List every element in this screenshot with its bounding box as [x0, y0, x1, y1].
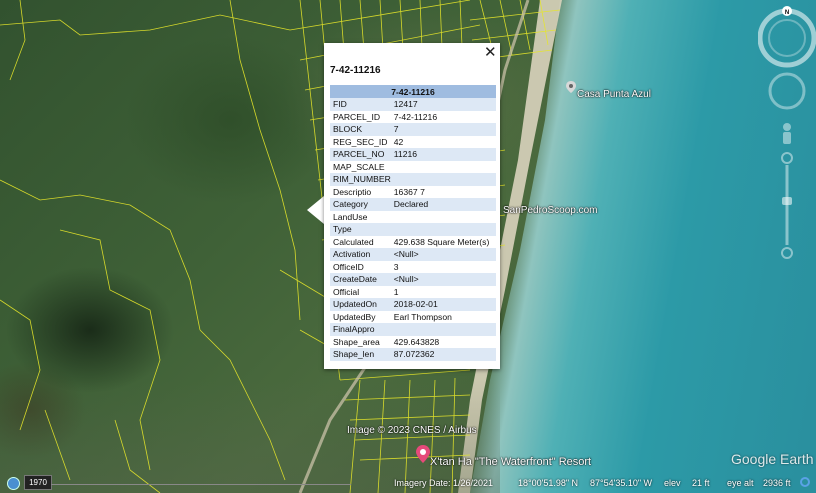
table-row: RIM_NUMBER: [330, 173, 496, 186]
table-row: FID 12417: [330, 98, 496, 111]
elevation-label: elev: [664, 478, 681, 488]
attribute-value: 429.638 Square Meter(s): [393, 236, 490, 247]
table-row: UpdatedOn 2018-02-01: [330, 298, 496, 311]
navigation-controls[interactable]: N: [758, 5, 816, 275]
table-row: FinalAppro: [330, 323, 496, 336]
eye-alt-value: 2936 ft: [763, 478, 791, 488]
attribute-value: <Null>: [390, 248, 496, 261]
attribute-key: UpdatedBy: [333, 311, 376, 322]
table-row: REG_SEC_ID 42: [330, 136, 496, 149]
longitude: 87°54'35.10" W: [590, 478, 653, 488]
copyright-text: Image © 2023 CNES / Airbus: [347, 425, 477, 436]
time-slider-track[interactable]: [51, 484, 351, 485]
attribute-key: Category: [330, 198, 391, 211]
attribute-key: OfficeID: [333, 261, 364, 272]
attribute-value: Earl Thompson: [393, 311, 452, 322]
table-row: PARCEL_NO 11216: [330, 148, 496, 161]
table-row: Shape_area 429.643828: [330, 336, 496, 349]
table-row: Activation <Null>: [330, 248, 496, 261]
attribute-value: 7: [390, 123, 496, 136]
attribute-value: [390, 323, 496, 336]
table-row: Calculated 429.638 Square Meter(s): [330, 236, 496, 249]
table-row: MAP_SCALE: [330, 161, 496, 174]
attribute-key: CreateDate: [330, 273, 391, 286]
north-indicator: N: [785, 10, 789, 16]
historical-imagery-icon[interactable]: [7, 477, 20, 490]
attribute-key: PARCEL_ID: [333, 111, 381, 122]
attribute-value: 11216: [390, 148, 496, 161]
attribute-key: MAP_SCALE: [333, 161, 385, 172]
attribute-value: 429.643828: [393, 336, 440, 347]
attribute-value: Declared: [390, 198, 496, 211]
zoom-slider[interactable]: [781, 152, 793, 259]
attribute-key: Official: [333, 286, 360, 297]
table-row: CreateDate <Null>: [330, 273, 496, 286]
close-icon[interactable]: ✕: [484, 45, 497, 60]
attribute-key: Activation: [330, 248, 391, 261]
attribute-value: 7-42-11216: [393, 111, 438, 122]
imagery-date: Imagery Date: 1/26/2021: [394, 478, 494, 488]
attribute-value: 16367 7: [393, 186, 425, 197]
place-label-casa[interactable]: Casa Punta Azul: [577, 89, 651, 100]
attribute-key: Descriptio: [333, 186, 372, 197]
attribute-key: BLOCK: [330, 123, 391, 136]
table-row: Category Declared: [330, 198, 496, 211]
table-header: 7-42-11216: [330, 85, 496, 98]
attribute-value: 1: [393, 286, 399, 297]
attribute-value: [390, 223, 496, 236]
attribute-value: [391, 211, 496, 224]
attribute-key: FinalAppro: [330, 323, 391, 336]
attribute-value: [391, 161, 496, 174]
map-view[interactable]: Casa Punta Azul SanPedroScoop.com Image …: [0, 0, 816, 493]
attribute-key: RIM_NUMBER: [330, 173, 391, 186]
table-row: Descriptio 16367 7: [330, 186, 496, 199]
look-joystick-icon[interactable]: [768, 72, 806, 110]
resort-pin-icon[interactable]: [416, 445, 430, 463]
attribute-value: [390, 173, 496, 186]
historical-year[interactable]: 1970: [24, 475, 52, 490]
attribute-value: 2018-02-01: [390, 298, 496, 311]
table-row: Official 1: [330, 286, 496, 299]
streaming-status-icon: [800, 477, 810, 487]
attribute-key: REG_SEC_ID: [333, 136, 388, 147]
table-row: UpdatedBy Earl Thompson: [330, 311, 496, 324]
attribute-value: 87.072362: [390, 348, 496, 361]
parcel-info-popup: ✕ 7-42-11216 7-42-11216 FID 12417 PARCEL_I…: [324, 43, 500, 369]
attribute-key: Calculated: [333, 236, 374, 247]
table-row: BLOCK 7: [330, 123, 496, 136]
attribute-key: Shape_area: [333, 336, 380, 347]
place-label-resort[interactable]: X'tan Ha "The Waterfront" Resort: [430, 456, 591, 468]
street-view-icon[interactable]: [783, 123, 791, 144]
attribute-value: 42: [393, 136, 404, 147]
table-row: OfficeID 3: [330, 261, 496, 274]
table-row: Shape_len 87.072362: [330, 348, 496, 361]
attribute-value: <Null>: [390, 273, 496, 286]
elevation-value: 21 ft: [692, 478, 710, 488]
location-pin-icon[interactable]: [566, 81, 576, 93]
attribute-key: Type: [330, 223, 391, 236]
eye-alt-label: eye alt: [727, 478, 754, 488]
popup-title: 7-42-11216: [330, 65, 381, 76]
attribute-key: Shape_len: [330, 348, 391, 361]
attribute-key: UpdatedOn: [330, 298, 391, 311]
attribute-key: LandUse: [333, 211, 368, 222]
popup-pointer: [307, 196, 324, 224]
attribute-key: FID: [330, 98, 391, 111]
attribute-key: PARCEL_NO: [330, 148, 391, 161]
google-earth-logo: Google Earth: [731, 451, 814, 467]
table-row: PARCEL_ID 7-42-11216: [330, 111, 496, 124]
latitude: 18°00'51.98" N: [518, 478, 579, 488]
table-row: LandUse: [330, 211, 496, 224]
place-label-scoop[interactable]: SanPedroScoop.com: [503, 205, 598, 216]
attribute-value: 3: [393, 261, 399, 272]
attribute-table: 7-42-11216 FID 12417 PARCEL_ID 7-42-11216 BL…: [330, 85, 496, 361]
attribute-value: 12417: [390, 98, 496, 111]
table-row: Type: [330, 223, 496, 236]
